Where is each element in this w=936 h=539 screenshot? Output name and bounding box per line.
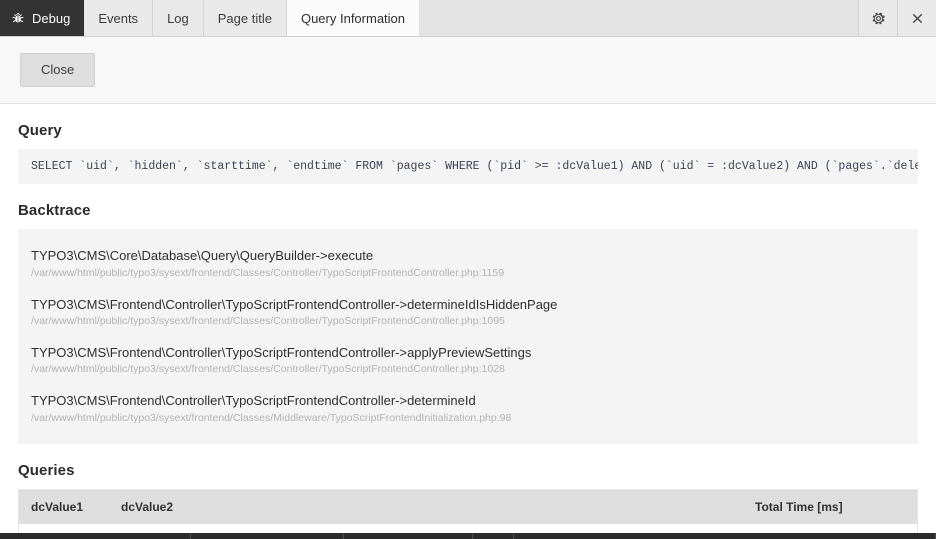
- tab-query-information[interactable]: Query Information: [287, 0, 420, 36]
- query-section-heading: Query: [18, 122, 918, 139]
- gear-icon: [871, 11, 886, 26]
- tab-bar-filler: [420, 0, 858, 36]
- backtrace-call: TYPO3\CMS\Frontend\Controller\TypoScript…: [31, 392, 905, 410]
- queries-table-head: dcValue1 dcValue2 Total Time [ms]: [19, 490, 918, 525]
- backtrace-item: TYPO3\CMS\Frontend\Controller\TypoScript…: [18, 337, 918, 385]
- column-header-total-time: Total Time [ms]: [743, 490, 918, 525]
- queries-section-heading: Queries: [18, 462, 918, 479]
- queries-table: dcValue1 dcValue2 Total Time [ms] 0 80 2…: [18, 489, 918, 539]
- backtrace-file: /var/www/html/public/typo3/sysext/fronte…: [31, 362, 905, 378]
- column-header-dcvalue1: dcValue1: [19, 490, 110, 525]
- backtrace-list: TYPO3\CMS\Core\Database\Query\QueryBuild…: [18, 229, 918, 444]
- backtrace-call: TYPO3\CMS\Frontend\Controller\TypoScript…: [31, 344, 905, 362]
- tab-label: Events: [98, 12, 138, 25]
- tab-log[interactable]: Log: [153, 0, 204, 36]
- tab-label: Query Information: [301, 12, 405, 25]
- backtrace-file: /var/www/html/public/typo3/sysext/fronte…: [31, 266, 905, 282]
- tab-bar: Debug Events Log Page title Query Inform…: [0, 0, 936, 37]
- sql-query-text: SELECT `uid`, `hidden`, `starttime`, `en…: [18, 149, 918, 184]
- backtrace-item: TYPO3\CMS\Core\Database\Query\QueryBuild…: [18, 240, 918, 288]
- backtrace-call: TYPO3\CMS\Frontend\Controller\TypoScript…: [31, 296, 905, 314]
- window-actions: [858, 0, 936, 36]
- tab-list: Debug Events Log Page title Query Inform…: [0, 0, 420, 36]
- tab-debug[interactable]: Debug: [0, 0, 84, 36]
- debug-panel-window: Debug Events Log Page title Query Inform…: [0, 0, 936, 539]
- debug-toolbar-strip[interactable]: [0, 533, 936, 539]
- tab-page-title[interactable]: Page title: [204, 0, 287, 36]
- strip-segment: [473, 533, 514, 539]
- strip-segment: [344, 533, 473, 539]
- query-information-content: Query SELECT `uid`, `hidden`, `starttime…: [0, 104, 936, 539]
- backtrace-section-heading: Backtrace: [18, 202, 918, 219]
- strip-segment: [514, 533, 936, 539]
- column-header-dcvalue2: dcValue2: [109, 490, 743, 525]
- table-header-row: dcValue1 dcValue2 Total Time [ms]: [19, 490, 918, 525]
- backtrace-call: TYPO3\CMS\Core\Database\Query\QueryBuild…: [31, 247, 905, 265]
- bug-icon: [11, 11, 25, 25]
- tab-label: Page title: [218, 12, 272, 25]
- tab-events[interactable]: Events: [84, 0, 153, 36]
- close-button[interactable]: Close: [20, 53, 95, 87]
- tab-label: Log: [167, 12, 189, 25]
- close-icon: [911, 12, 924, 25]
- backtrace-file: /var/www/html/public/typo3/sysext/fronte…: [31, 411, 905, 427]
- strip-segment: [0, 533, 191, 539]
- backtrace-file: /var/www/html/public/typo3/sysext/fronte…: [31, 314, 905, 330]
- panel-toolbar: Close: [0, 37, 936, 104]
- backtrace-item: TYPO3\CMS\Frontend\Controller\TypoScript…: [18, 289, 918, 337]
- backtrace-item: TYPO3\CMS\Frontend\Controller\TypoScript…: [18, 385, 918, 433]
- tab-label: Debug: [32, 12, 70, 25]
- close-window-button[interactable]: [897, 0, 936, 36]
- settings-button[interactable]: [858, 0, 897, 36]
- strip-segment: [191, 533, 344, 539]
